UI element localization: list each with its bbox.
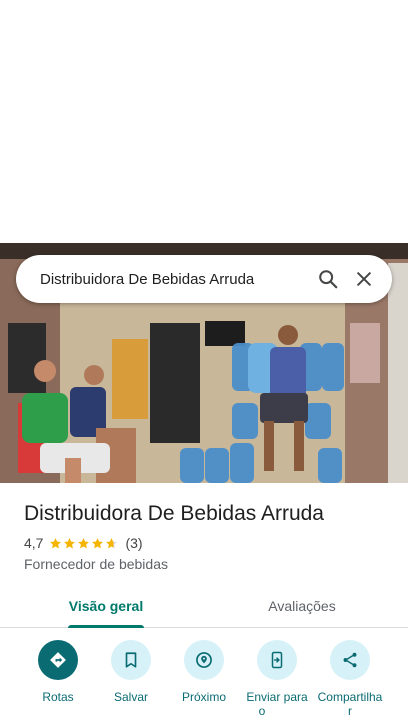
rating-value: 4,7	[24, 535, 44, 551]
save-button[interactable]: Salvar	[93, 640, 169, 704]
search-icon[interactable]	[310, 261, 346, 297]
search-bar[interactable]: Distribuidora De Bebidas Arruda	[16, 255, 392, 303]
tab-reviews[interactable]: Avaliações	[238, 585, 366, 627]
star-half-icon	[106, 537, 118, 548]
star-icon	[50, 537, 62, 548]
star-icon	[64, 537, 76, 548]
rating-stars	[49, 537, 119, 550]
tab-bar: Visão geral Avaliações	[0, 585, 408, 628]
search-input[interactable]: Distribuidora De Bebidas Arruda	[40, 271, 310, 288]
place-title: Distribuidora De Bebidas Arruda	[24, 502, 324, 525]
action-buttons: Rotas Salvar Próximo Enviar para o Compa…	[0, 640, 408, 726]
place-info: Distribuidora De Bebidas Arruda 4,7 (3) …	[24, 500, 394, 572]
action-label: Enviar para o	[246, 690, 308, 718]
share-icon	[330, 640, 370, 680]
close-icon[interactable]	[346, 261, 382, 297]
rating-row[interactable]: 4,7 (3)	[24, 534, 394, 552]
bookmark-icon	[111, 640, 151, 680]
send-to-phone-icon	[257, 640, 297, 680]
tab-overview[interactable]: Visão geral	[48, 585, 164, 628]
action-label: Próximo	[181, 690, 226, 704]
tab-label: Avaliações	[268, 598, 336, 614]
directions-button[interactable]: Rotas	[20, 640, 96, 704]
directions-icon	[38, 640, 78, 680]
action-label: Salvar	[113, 690, 148, 704]
star-icon	[78, 537, 90, 548]
nearby-button[interactable]: Próximo	[166, 640, 242, 704]
active-tab-indicator	[68, 625, 144, 628]
place-category: Fornecedor de bebidas	[24, 556, 168, 572]
action-label: Compartilha r	[317, 690, 383, 718]
map-area-blank	[0, 0, 408, 243]
action-label: Rotas	[42, 690, 74, 704]
star-icon	[92, 537, 104, 548]
review-count: (3)	[125, 535, 143, 551]
nearby-icon	[184, 640, 224, 680]
share-button[interactable]: Compartilha r	[312, 640, 388, 718]
tab-label: Visão geral	[68, 598, 144, 614]
send-to-phone-button[interactable]: Enviar para o	[239, 640, 315, 718]
